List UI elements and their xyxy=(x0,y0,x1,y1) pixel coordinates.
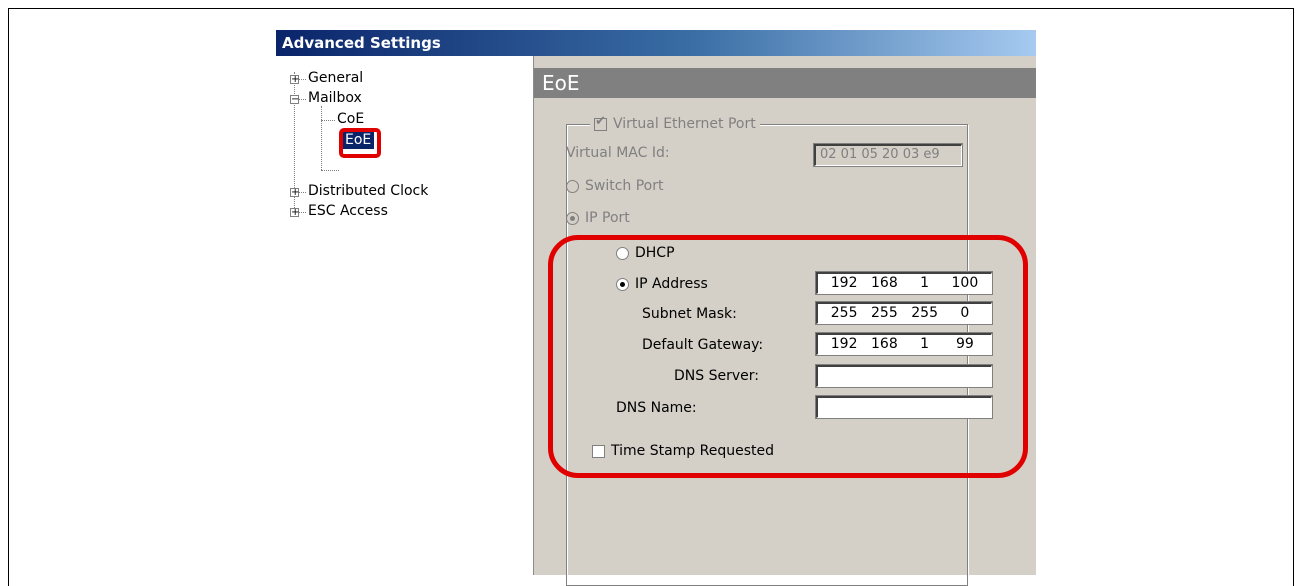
panel-title: EoE xyxy=(534,68,1036,98)
expand-distributed-clock-icon[interactable]: + xyxy=(290,188,299,198)
highlight-box-eoe xyxy=(339,128,381,158)
collapse-mailbox-icon[interactable]: − xyxy=(290,95,299,105)
tree-item-label: General xyxy=(308,70,364,86)
radio-icon xyxy=(566,211,579,225)
tree-connector xyxy=(321,170,339,171)
expand-esc-access-icon[interactable]: + xyxy=(290,208,299,218)
ip-port-radio[interactable]: IP Port xyxy=(566,208,630,228)
ip-port-label: IP Port xyxy=(585,210,630,226)
switch-port-label: Switch Port xyxy=(585,178,664,194)
tree-item-esc-access[interactable]: ESC Access xyxy=(308,203,388,219)
virtual-mac-value: 02 01 05 20 03 e9 xyxy=(820,147,940,162)
switch-port-radio[interactable]: Switch Port xyxy=(566,176,664,196)
virtual-mac-label: Virtual MAC Id: xyxy=(566,145,670,161)
virtual-ethernet-port-label: Virtual Ethernet Port xyxy=(613,116,756,132)
tree-item-label: ESC Access xyxy=(308,203,388,219)
tree-item-mailbox[interactable]: Mailbox xyxy=(308,90,362,106)
tree-item-general[interactable]: General xyxy=(308,70,363,86)
highlight-ring-ip-settings xyxy=(548,235,1028,478)
window-title: Advanced Settings xyxy=(276,30,1036,56)
virtual-mac-field: 02 01 05 20 03 e9 xyxy=(814,144,962,166)
settings-tree: + General − Mailbox CoE EoE + Distribute… xyxy=(276,56,534,575)
radio-icon xyxy=(566,179,579,193)
radio-dot-icon xyxy=(570,215,575,221)
tree-item-distributed-clock[interactable]: Distributed Clock xyxy=(308,183,428,199)
tree-connector xyxy=(321,106,322,170)
virtual-ethernet-port-checkbox[interactable]: ✔ Virtual Ethernet Port xyxy=(590,114,760,134)
tree-item-coe[interactable]: CoE xyxy=(337,111,364,127)
expand-general-icon[interactable]: + xyxy=(290,75,299,85)
tree-connector xyxy=(321,120,335,121)
tree-item-label: Distributed Clock xyxy=(308,183,429,199)
tree-item-label: CoE xyxy=(337,111,365,127)
tree-item-label: Mailbox xyxy=(308,90,362,106)
checkmark-icon: ✔ xyxy=(595,113,606,129)
checkbox-icon: ✔ xyxy=(594,113,607,131)
